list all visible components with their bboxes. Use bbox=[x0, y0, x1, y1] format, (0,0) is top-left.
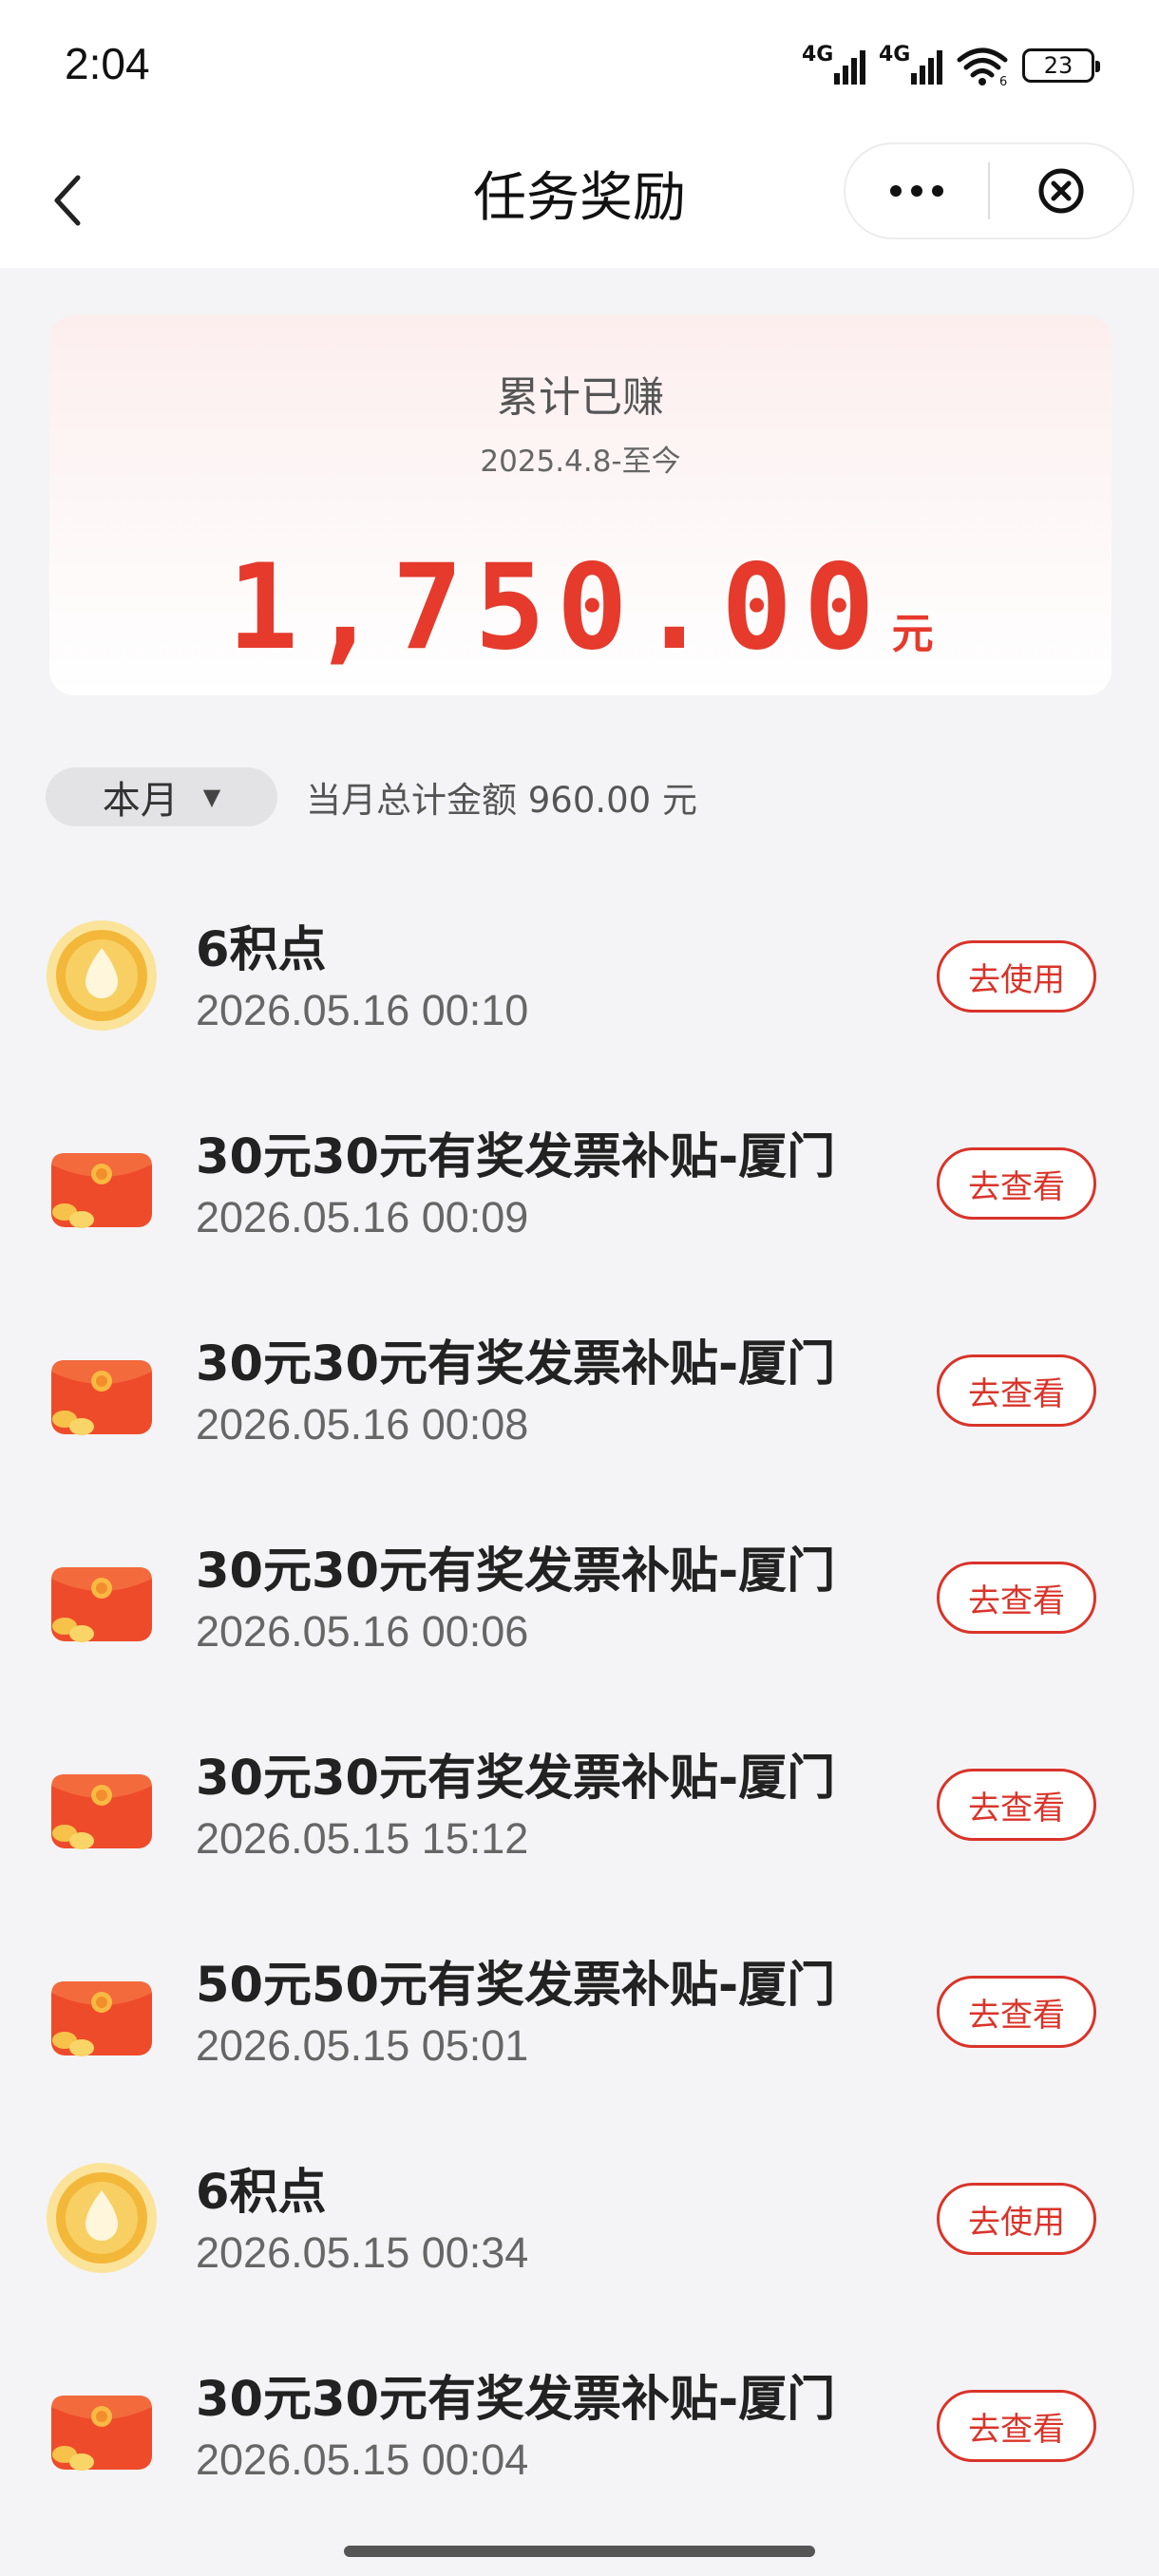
reward-time: 2026.05.16 00:09 bbox=[196, 1193, 529, 1241]
summary-amount-unit: 元 bbox=[891, 610, 934, 658]
view-button[interactable]: 去查看 bbox=[937, 2390, 1096, 2462]
close-button[interactable] bbox=[990, 144, 1132, 237]
reward-list: 6积点 2026.05.16 00:10 去使用 30元30元有奖发票补贴-厦门… bbox=[0, 902, 1159, 2559]
battery-level: 23 bbox=[1043, 52, 1074, 79]
points-drop-icon bbox=[47, 2163, 157, 2273]
list-item: 30元30元有奖发票补贴-厦门 2026.05.15 00:04 去查看 bbox=[0, 2352, 1159, 2559]
reward-time: 2026.05.16 00:08 bbox=[196, 1400, 529, 1449]
view-button[interactable]: 去查看 bbox=[937, 1147, 1096, 1220]
reward-title: 30元30元有奖发票补贴-厦门 bbox=[196, 1129, 836, 1185]
red-packet-icon bbox=[51, 1567, 152, 1642]
status-icons: 4G 4G 6 23 bbox=[802, 42, 1100, 89]
view-button[interactable]: 去查看 bbox=[937, 1354, 1096, 1427]
signal-label: 4G bbox=[879, 43, 911, 66]
nav-bar: 任务奖励 bbox=[0, 133, 1159, 268]
reward-time: 2026.05.15 00:04 bbox=[196, 2435, 529, 2484]
reward-time: 2026.05.15 00:34 bbox=[196, 2228, 529, 2277]
view-button[interactable]: 去查看 bbox=[937, 1769, 1096, 1841]
caret-down-icon: ▼ bbox=[202, 784, 221, 810]
reward-title: 6积点 bbox=[196, 2165, 327, 2221]
reward-title: 6积点 bbox=[196, 922, 327, 978]
list-item: 30元30元有奖发票补贴-厦门 2026.05.16 00:09 去查看 bbox=[0, 1109, 1159, 1316]
reward-title: 30元30元有奖发票补贴-厦门 bbox=[196, 1751, 836, 1807]
list-item: 30元30元有奖发票补贴-厦门 2026.05.15 15:12 去查看 bbox=[0, 1731, 1159, 1938]
red-packet-icon bbox=[51, 1774, 152, 1849]
reward-title: 30元30元有奖发票补贴-厦门 bbox=[196, 2372, 836, 2428]
home-indicator[interactable] bbox=[344, 2546, 815, 2557]
battery-icon: 23 bbox=[1022, 48, 1100, 83]
list-item: 6积点 2026.05.16 00:10 去使用 bbox=[0, 902, 1159, 1109]
more-button[interactable] bbox=[846, 144, 988, 237]
points-drop-icon bbox=[47, 920, 157, 1031]
signal-icon: 4G bbox=[802, 43, 865, 85]
list-item: 50元50元有奖发票补贴-厦门 2026.05.15 05:01 去查看 bbox=[0, 1938, 1159, 2145]
signal-icon: 4G bbox=[879, 43, 942, 85]
red-packet-icon bbox=[51, 1360, 152, 1435]
month-total: 当月总计金额 960.00 元 bbox=[306, 780, 697, 821]
use-button[interactable]: 去使用 bbox=[937, 2183, 1096, 2255]
status-bar: 2:04 4G 4G 6 23 bbox=[0, 0, 1159, 133]
signal-label: 4G bbox=[802, 43, 834, 66]
status-time: 2:04 bbox=[65, 39, 150, 88]
use-button[interactable]: 去使用 bbox=[937, 940, 1096, 1013]
summary-amount: 1,750.00 元 bbox=[49, 540, 1112, 676]
reward-title: 30元30元有奖发票补贴-厦门 bbox=[196, 1544, 836, 1600]
reward-time: 2026.05.16 00:10 bbox=[196, 986, 529, 1034]
red-packet-icon bbox=[51, 2396, 152, 2471]
reward-time: 2026.05.15 15:12 bbox=[196, 1814, 529, 1863]
month-selector-label: 本月 bbox=[102, 779, 179, 823]
summary-title: 累计已赚 bbox=[497, 373, 664, 422]
list-item: 6积点 2026.05.15 00:34 去使用 bbox=[0, 2145, 1159, 2352]
list-item: 30元30元有奖发票补贴-厦门 2026.05.16 00:06 去查看 bbox=[0, 1524, 1159, 1731]
reward-title: 50元50元有奖发票补贴-厦门 bbox=[196, 1958, 836, 2014]
circle-close-icon bbox=[1038, 168, 1084, 214]
view-button[interactable]: 去查看 bbox=[937, 1976, 1096, 2048]
wifi-label: 6 bbox=[999, 75, 1007, 86]
month-selector[interactable]: 本月 ▼ bbox=[46, 767, 277, 826]
filter-row: 本月 ▼ 当月总计金额 960.00 元 bbox=[46, 767, 697, 826]
list-item: 30元30元有奖发票补贴-厦门 2026.05.16 00:08 去查看 bbox=[0, 1316, 1159, 1524]
red-packet-icon bbox=[51, 1153, 152, 1228]
reward-time: 2026.05.15 05:01 bbox=[196, 2021, 529, 2070]
summary-date-range: 2025.4.8-至今 bbox=[480, 445, 681, 479]
earnings-summary-card: 累计已赚 2025.4.8-至今 1,750.00 元 bbox=[49, 315, 1112, 695]
mini-program-capsule bbox=[844, 142, 1134, 239]
more-dots-icon bbox=[890, 185, 943, 197]
reward-title: 30元30元有奖发票补贴-厦门 bbox=[196, 1336, 836, 1392]
summary-amount-value: 1,750.00 bbox=[227, 540, 886, 676]
red-packet-icon bbox=[51, 1981, 152, 2056]
wifi-icon: 6 bbox=[957, 47, 1008, 86]
reward-time: 2026.05.16 00:06 bbox=[196, 1607, 529, 1656]
view-button[interactable]: 去查看 bbox=[937, 1562, 1096, 1634]
